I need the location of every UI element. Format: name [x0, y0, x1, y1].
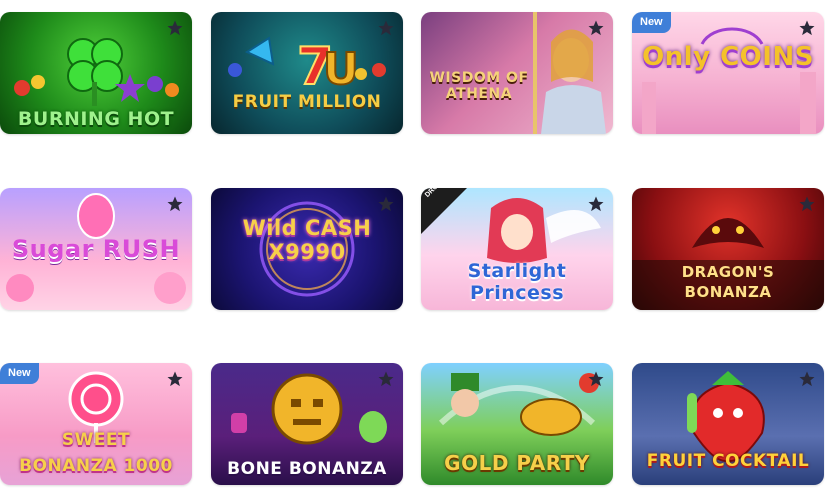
- game-title: Wild CASH X9990: [242, 216, 372, 264]
- game-tile-fruit-cocktail[interactable]: FRUIT COCKTAIL: [632, 363, 824, 485]
- sevens-artwork: 7 U: [228, 36, 386, 98]
- svg-text:U: U: [323, 44, 359, 95]
- star-icon[interactable]: [798, 19, 816, 37]
- game-title: FRUIT MILLION: [232, 92, 382, 112]
- game-title: Only COINS: [642, 42, 814, 72]
- game-tile-sugar-rush[interactable]: Sugar RUSH: [0, 188, 192, 310]
- game-tile-dragons-bonanza[interactable]: DRAGON'S BONANZA: [632, 188, 824, 310]
- star-icon[interactable]: [166, 195, 184, 213]
- star-icon[interactable]: [377, 195, 395, 213]
- star-icon[interactable]: [798, 195, 816, 213]
- game-tile-starlight-princess[interactable]: DROPS & WINS Starlight Princess: [421, 188, 613, 310]
- new-badge: New: [632, 12, 671, 33]
- game-title: SWEET BONANZA 1000: [19, 430, 173, 476]
- star-icon[interactable]: [587, 19, 605, 37]
- game-tile-bone-bonanza[interactable]: BONE BONANZA: [211, 363, 403, 485]
- game-title: Starlight Princess: [467, 260, 567, 304]
- game-grid: BURNING HOT 7 U FRUIT MILLION WISDOM OF …: [0, 0, 825, 500]
- star-icon[interactable]: [377, 370, 395, 388]
- game-title: DRAGON'S BONANZA: [681, 263, 775, 301]
- game-tile-sweet-bonanza-1000[interactable]: SWEET BONANZA 1000 New: [0, 363, 192, 485]
- star-icon[interactable]: [166, 19, 184, 37]
- star-icon[interactable]: [166, 370, 184, 388]
- game-title: BURNING HOT: [17, 108, 175, 130]
- game-tile-gold-party[interactable]: GOLD PARTY: [421, 363, 613, 485]
- game-tile-fruit-million[interactable]: 7 U FRUIT MILLION: [211, 12, 403, 134]
- star-icon[interactable]: [587, 195, 605, 213]
- game-title: GOLD PARTY: [444, 451, 590, 475]
- game-title: WISDOM OF ATHENA: [429, 70, 529, 102]
- new-badge: New: [0, 363, 39, 384]
- game-tile-only-coins[interactable]: Only COINS New: [632, 12, 824, 134]
- game-tile-wild-cash[interactable]: Wild CASH X9990: [211, 188, 403, 310]
- game-title: Sugar RUSH: [11, 235, 181, 263]
- game-title: BONE BONANZA: [227, 459, 387, 479]
- game-tile-wisdom-of-athena[interactable]: WISDOM OF ATHENA: [421, 12, 613, 134]
- star-icon[interactable]: [377, 19, 395, 37]
- star-icon[interactable]: [798, 370, 816, 388]
- game-tile-burning-hot[interactable]: BURNING HOT: [0, 12, 192, 134]
- star-icon[interactable]: [587, 370, 605, 388]
- game-title: FRUIT COCKTAIL: [646, 451, 810, 471]
